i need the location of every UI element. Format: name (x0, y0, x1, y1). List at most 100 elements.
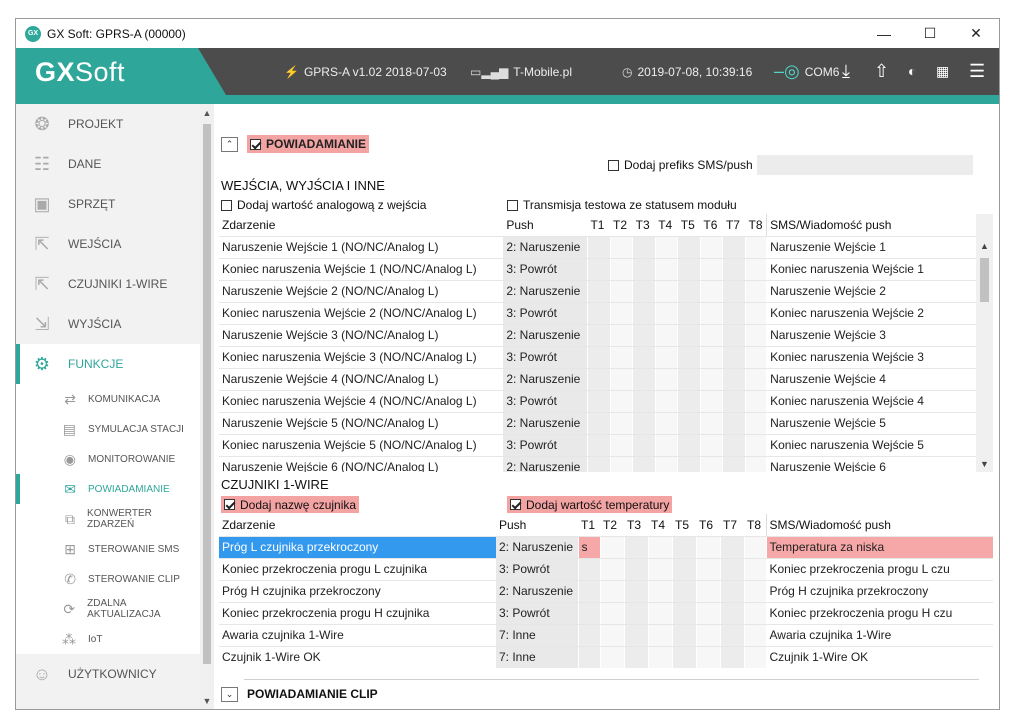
t6-cell[interactable] (699, 236, 724, 259)
t6-cell[interactable] (699, 302, 724, 325)
modules-icon[interactable]: ▦ (936, 58, 949, 85)
sms-message-cell[interactable]: Naruszenie Wejście 4 (766, 368, 976, 391)
t5-cell[interactable] (677, 368, 701, 391)
t6-cell[interactable] (699, 434, 724, 457)
sidebar-sub-komunikacja[interactable]: ⇄ KOMUNIKACJA (16, 384, 200, 414)
scroll-up-arrow[interactable]: ▲ (200, 106, 214, 120)
push-cell[interactable]: 7: Inne (496, 646, 578, 668)
t1-cell[interactable] (586, 456, 611, 472)
t8-cell[interactable] (745, 434, 768, 457)
t7-cell[interactable] (722, 258, 747, 281)
t4-cell[interactable] (654, 434, 679, 457)
t4-cell[interactable] (654, 236, 679, 259)
t1-cell[interactable] (586, 302, 611, 325)
sidebar-sub-sterowanie-sms[interactable]: ⊞ STEROWANIE SMS (16, 534, 200, 564)
t6-cell[interactable] (699, 258, 724, 281)
t1-cell[interactable] (586, 368, 611, 391)
t8-cell[interactable] (743, 536, 767, 559)
push-cell[interactable]: 2: Naruszenie (496, 536, 578, 559)
event-cell[interactable]: Koniec naruszenia Wejście 1 (NO/NC/Analo… (219, 258, 504, 281)
event-cell[interactable]: Naruszenie Wejście 3 (NO/NC/Analog L) (219, 324, 504, 347)
minimize-button[interactable]: — (861, 19, 907, 48)
powiadamianie-toggle[interactable]: POWIADAMIANIE (247, 135, 369, 153)
sidebar-scrollbar[interactable]: ▲ ▼ (200, 104, 214, 709)
sms-message-cell[interactable]: Naruszenie Wejście 5 (766, 412, 976, 435)
t3-cell[interactable] (632, 434, 656, 457)
t2-cell[interactable] (599, 624, 625, 647)
t4-cell[interactable] (654, 390, 679, 413)
t4-cell[interactable] (647, 602, 673, 625)
t3-cell[interactable] (632, 346, 656, 369)
t4-cell[interactable] (654, 346, 679, 369)
t6-cell[interactable] (695, 602, 721, 625)
t3-cell[interactable] (632, 324, 656, 347)
t4-cell[interactable] (654, 412, 679, 435)
t2-cell[interactable] (609, 434, 634, 457)
scroll-thumb[interactable] (203, 124, 211, 664)
test-transmission-checkbox[interactable] (507, 199, 518, 211)
sms-message-cell[interactable]: Koniec naruszenia Wejście 3 (766, 346, 976, 369)
sms-message-cell[interactable]: Koniec naruszenia Wejście 5 (766, 434, 976, 457)
prefix-option[interactable]: Dodaj prefiks SMS/push (608, 158, 753, 172)
t5-cell[interactable] (677, 280, 701, 303)
t8-cell[interactable] (745, 412, 768, 435)
t7-cell[interactable] (722, 368, 747, 391)
t8-cell[interactable] (743, 624, 767, 647)
t1-cell[interactable] (586, 280, 611, 303)
event-cell[interactable]: Próg H czujnika przekroczony (219, 580, 496, 603)
table-row[interactable]: Naruszenie Wejście 3 (NO/NC/Analog L) 2: … (219, 324, 976, 347)
event-cell[interactable]: Koniec naruszenia Wejście 5 (NO/NC/Analo… (219, 434, 504, 457)
t5-cell[interactable] (677, 390, 701, 413)
t7-cell[interactable] (722, 280, 747, 303)
t7-cell[interactable] (722, 236, 747, 259)
sidebar-sub-powiadamianie[interactable]: ✉ POWIADAMIANIE (16, 474, 200, 504)
sms-message-cell[interactable]: Naruszenie Wejście 6 (766, 456, 976, 472)
t4-cell[interactable] (647, 580, 673, 603)
t7-cell[interactable] (722, 434, 747, 457)
t2-cell[interactable] (599, 602, 625, 625)
sms-message-cell[interactable]: Awaria czujnika 1-Wire (765, 624, 993, 647)
push-cell[interactable]: 3: Powrót (503, 346, 588, 369)
t3-cell[interactable] (632, 280, 656, 303)
t4-cell[interactable] (654, 280, 679, 303)
sms-message-cell[interactable]: Naruszenie Wejście 2 (766, 280, 976, 303)
sms-message-cell[interactable]: Koniec przekroczenia progu H czu (765, 602, 993, 625)
t5-cell[interactable] (671, 558, 697, 581)
t8-cell[interactable] (743, 558, 767, 581)
t7-cell[interactable] (722, 302, 747, 325)
t6-cell[interactable] (699, 324, 724, 347)
table-row[interactable]: Koniec naruszenia Wejście 5 (NO/NC/Analo… (219, 434, 976, 457)
t5-cell[interactable] (671, 580, 697, 603)
t2-cell[interactable] (609, 280, 634, 303)
sidebar-item-dane[interactable]: ☷ DANE (16, 144, 200, 184)
t8-cell[interactable] (745, 302, 768, 325)
sidebar-item-czujniki[interactable]: ⇱ CZUJNIKI 1-WIRE (16, 264, 200, 304)
push-cell[interactable]: 3: Powrót (496, 558, 578, 581)
download-icon[interactable]: ⤓ (842, 58, 850, 85)
sidebar-item-uzytkownicy[interactable]: ☺ UŻYTKOWNICY (16, 654, 200, 694)
push-cell[interactable]: 2: Naruszenie (503, 412, 588, 435)
prefix-input[interactable] (757, 155, 973, 175)
t8-cell[interactable] (745, 280, 768, 303)
event-cell[interactable]: Naruszenie Wejście 1 (NO/NC/Analog L) (219, 236, 504, 259)
t7-cell[interactable] (719, 580, 745, 603)
sms-message-cell[interactable]: Próg H czujnika przekroczony (765, 580, 993, 603)
table-row[interactable]: Koniec naruszenia Wejście 2 (NO/NC/Analo… (219, 302, 976, 325)
push-cell[interactable]: 2: Naruszenie (503, 236, 588, 259)
maximize-button[interactable]: ☐ (907, 19, 953, 48)
t2-cell[interactable] (609, 236, 634, 259)
push-cell[interactable]: 3: Powrót (503, 434, 588, 457)
sms-message-cell[interactable]: Koniec naruszenia Wejście 4 (766, 390, 976, 413)
io-scroll-up-arrow[interactable]: ▲ (976, 238, 993, 254)
t8-cell[interactable] (743, 602, 767, 625)
table-row[interactable]: Koniec naruszenia Wejście 1 (NO/NC/Analo… (219, 258, 976, 281)
t4-cell[interactable] (647, 624, 673, 647)
event-cell[interactable]: Koniec przekroczenia progu H czujnika (219, 602, 496, 625)
push-cell[interactable]: 3: Powrót (503, 390, 588, 413)
t8-cell[interactable] (745, 346, 768, 369)
t3-cell[interactable] (632, 368, 656, 391)
event-cell[interactable]: Koniec naruszenia Wejście 2 (NO/NC/Analo… (219, 302, 504, 325)
t1-cell[interactable] (577, 646, 601, 668)
t3-cell[interactable] (632, 456, 656, 472)
table-row[interactable]: Naruszenie Wejście 1 (NO/NC/Analog L) 2: … (219, 236, 976, 259)
